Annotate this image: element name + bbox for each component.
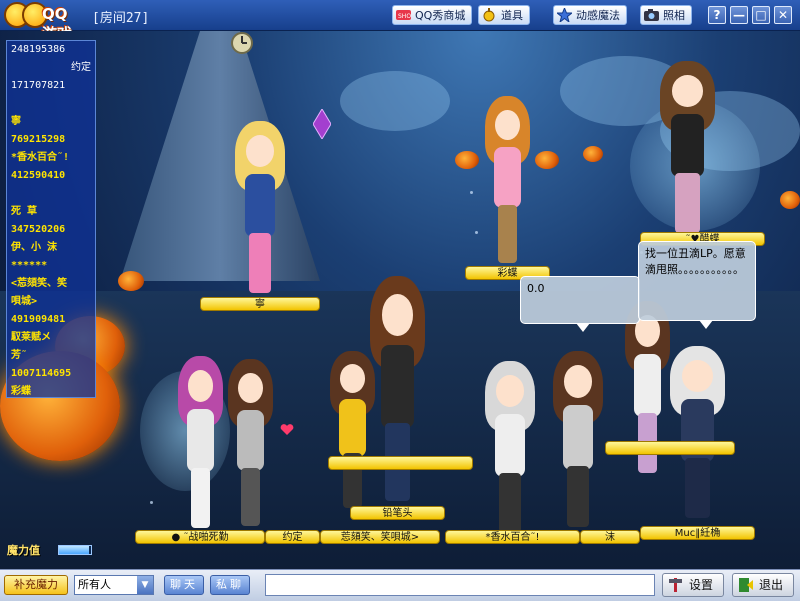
- magic-label: 动感魔法: [576, 9, 620, 22]
- photo-button[interactable]: 照相: [640, 5, 692, 25]
- nameplate-bottom-2[interactable]: 约定: [265, 530, 320, 544]
- chat-target-select[interactable]: 所有人 ▼: [74, 575, 154, 595]
- private-chat-button[interactable]: 私聊: [210, 575, 250, 595]
- minimize-button[interactable]: —: [730, 6, 748, 24]
- close-button[interactable]: ✕: [774, 6, 792, 24]
- nameplate-ning[interactable]: 寧: [200, 297, 320, 311]
- user-list-item[interactable]: 芳˜: [7, 347, 95, 365]
- chat-button[interactable]: 聊天: [164, 575, 204, 595]
- exit-label: 退出: [759, 578, 784, 592]
- mana-label: 魔力值: [7, 544, 40, 557]
- user-list-item[interactable]: 1007114695: [7, 365, 95, 383]
- pumpkin-icon: [118, 271, 144, 291]
- chat-input[interactable]: [265, 574, 655, 596]
- chat-target-value: 所有人: [78, 578, 111, 591]
- user-list-item[interactable]: 彩蝶: [7, 383, 95, 397]
- clock-icon: [231, 32, 253, 54]
- avatar-pencil[interactable]: [370, 276, 425, 506]
- user-list-item[interactable]: 馭莱赋メ: [7, 329, 95, 347]
- speech-bubble-left-text: 0.0: [527, 282, 545, 295]
- nameplate-bottom-3[interactable]: 莣頦笑、笑唄城>: [320, 530, 440, 544]
- speech-bubble-left: 0.0: [520, 276, 640, 332]
- user-list-item[interactable]: 347520206: [7, 221, 95, 239]
- user-list-item[interactable]: 唄城>: [7, 293, 95, 311]
- nameplate-right[interactable]: [605, 441, 735, 455]
- pumpkin-icon: [455, 151, 479, 169]
- props-button[interactable]: 道具: [478, 5, 530, 25]
- magic-button[interactable]: 动感魔法: [553, 5, 627, 25]
- avatar-girl-yellow[interactable]: [330, 351, 375, 511]
- exit-button[interactable]: 退出: [732, 573, 794, 597]
- game-scene[interactable]: 寧 彩蝶 ˜♥醋蝶 铅笔头 ● ˜战啪死勤 约定 莣頦笑、笑唄城> *香水百合˜…: [0, 31, 800, 569]
- room-title: [房间27]: [92, 11, 150, 26]
- user-list-panel[interactable]: 248195386 约定 171707821 寧 769215298 *香水百合˜! 412…: [6, 40, 96, 398]
- heart-icon: [280, 424, 294, 435]
- props-icon: [482, 8, 497, 22]
- nameplate-pencil[interactable]: 铅笔头: [350, 506, 445, 520]
- user-list-item[interactable]: 491909481: [7, 311, 95, 329]
- user-list-item[interactable]: ******: [7, 257, 95, 275]
- pumpkin-icon: [535, 151, 559, 169]
- nameplate-middle[interactable]: [328, 456, 473, 470]
- mana-bar: [58, 545, 92, 555]
- title-bar: QQ游戏 [房间27] SHOW QQ秀商城 道具 动感魔法 照相 ? — □ …: [0, 0, 800, 43]
- purple-crystal-icon: [313, 109, 331, 139]
- svg-text:SHOW: SHOW: [398, 13, 411, 20]
- magic-star-icon: [555, 6, 574, 24]
- settings-label: 设置: [689, 578, 714, 592]
- bottom-bar: 补充魔力 所有人 ▼ 聊天 私聊 设置 退出: [0, 569, 800, 601]
- user-list-item[interactable]: [7, 95, 95, 113]
- user-list-item[interactable]: *香水百合˜!: [7, 149, 95, 167]
- mana-bar-fill: [59, 546, 90, 554]
- avatar-ning[interactable]: [235, 121, 285, 296]
- avatar-cudie[interactable]: [660, 61, 715, 236]
- pumpkin-icon: [583, 146, 603, 162]
- qq-logo-icon: QQ游戏: [4, 2, 82, 43]
- user-list-item[interactable]: 171707821: [7, 77, 95, 95]
- settings-button[interactable]: 设置: [662, 573, 724, 597]
- exit-icon: [738, 577, 754, 593]
- refill-mana-button[interactable]: 补充魔力: [4, 575, 68, 595]
- speech-bubble-right-text: 找一位丑滴LP。愿意滴甩照。。。。。。。。。。。: [645, 247, 746, 276]
- help-button[interactable]: ?: [708, 6, 726, 24]
- user-list-item[interactable]: 伊、小 沫: [7, 239, 95, 257]
- maximize-button[interactable]: □: [752, 6, 770, 24]
- show-shop-label: QQ秀商城: [415, 9, 466, 22]
- avatar-boy-white[interactable]: [178, 356, 223, 531]
- settings-icon: [668, 577, 684, 593]
- user-list-item[interactable]: 约定: [7, 59, 95, 77]
- avatar-girl-brown[interactable]: [553, 351, 603, 531]
- castle-tower: [120, 31, 320, 281]
- props-label: 道具: [501, 9, 523, 22]
- avatar-girl-silver[interactable]: [485, 361, 535, 536]
- user-list-item[interactable]: <莣頦笑、笑: [7, 275, 95, 293]
- chevron-down-icon[interactable]: ▼: [137, 576, 153, 594]
- pumpkin-icon: [780, 191, 800, 209]
- nameplate-bottom-5[interactable]: 沫: [580, 530, 640, 544]
- nameplate-bottom-1[interactable]: ● ˜战啪死勤: [135, 530, 265, 544]
- show-shop-button[interactable]: SHOW QQ秀商城: [392, 5, 473, 25]
- avatar-boy-silver[interactable]: [670, 346, 725, 521]
- user-list-item[interactable]: 769215298: [7, 131, 95, 149]
- camera-icon: [644, 8, 659, 22]
- photo-label: 照相: [663, 9, 685, 22]
- user-list-item[interactable]: 412590410: [7, 167, 95, 185]
- speech-bubble-right: 找一位丑滴LP。愿意滴甩照。。。。。。。。。。。: [638, 241, 756, 329]
- nameplate-bottom-6[interactable]: Muc‖紝桷: [640, 526, 755, 540]
- nameplate-bottom-4[interactable]: *香水百合˜!: [445, 530, 580, 544]
- avatar-girl-stripes[interactable]: [228, 359, 273, 529]
- user-list-item[interactable]: 248195386: [7, 41, 95, 59]
- user-list-item[interactable]: [7, 185, 95, 203]
- avatar-caidie[interactable]: [485, 96, 530, 266]
- user-list-item[interactable]: 死 草: [7, 203, 95, 221]
- ghost-cloud: [340, 71, 450, 131]
- show-shop-icon: SHOW: [396, 8, 417, 22]
- user-list-item[interactable]: 寧: [7, 113, 95, 131]
